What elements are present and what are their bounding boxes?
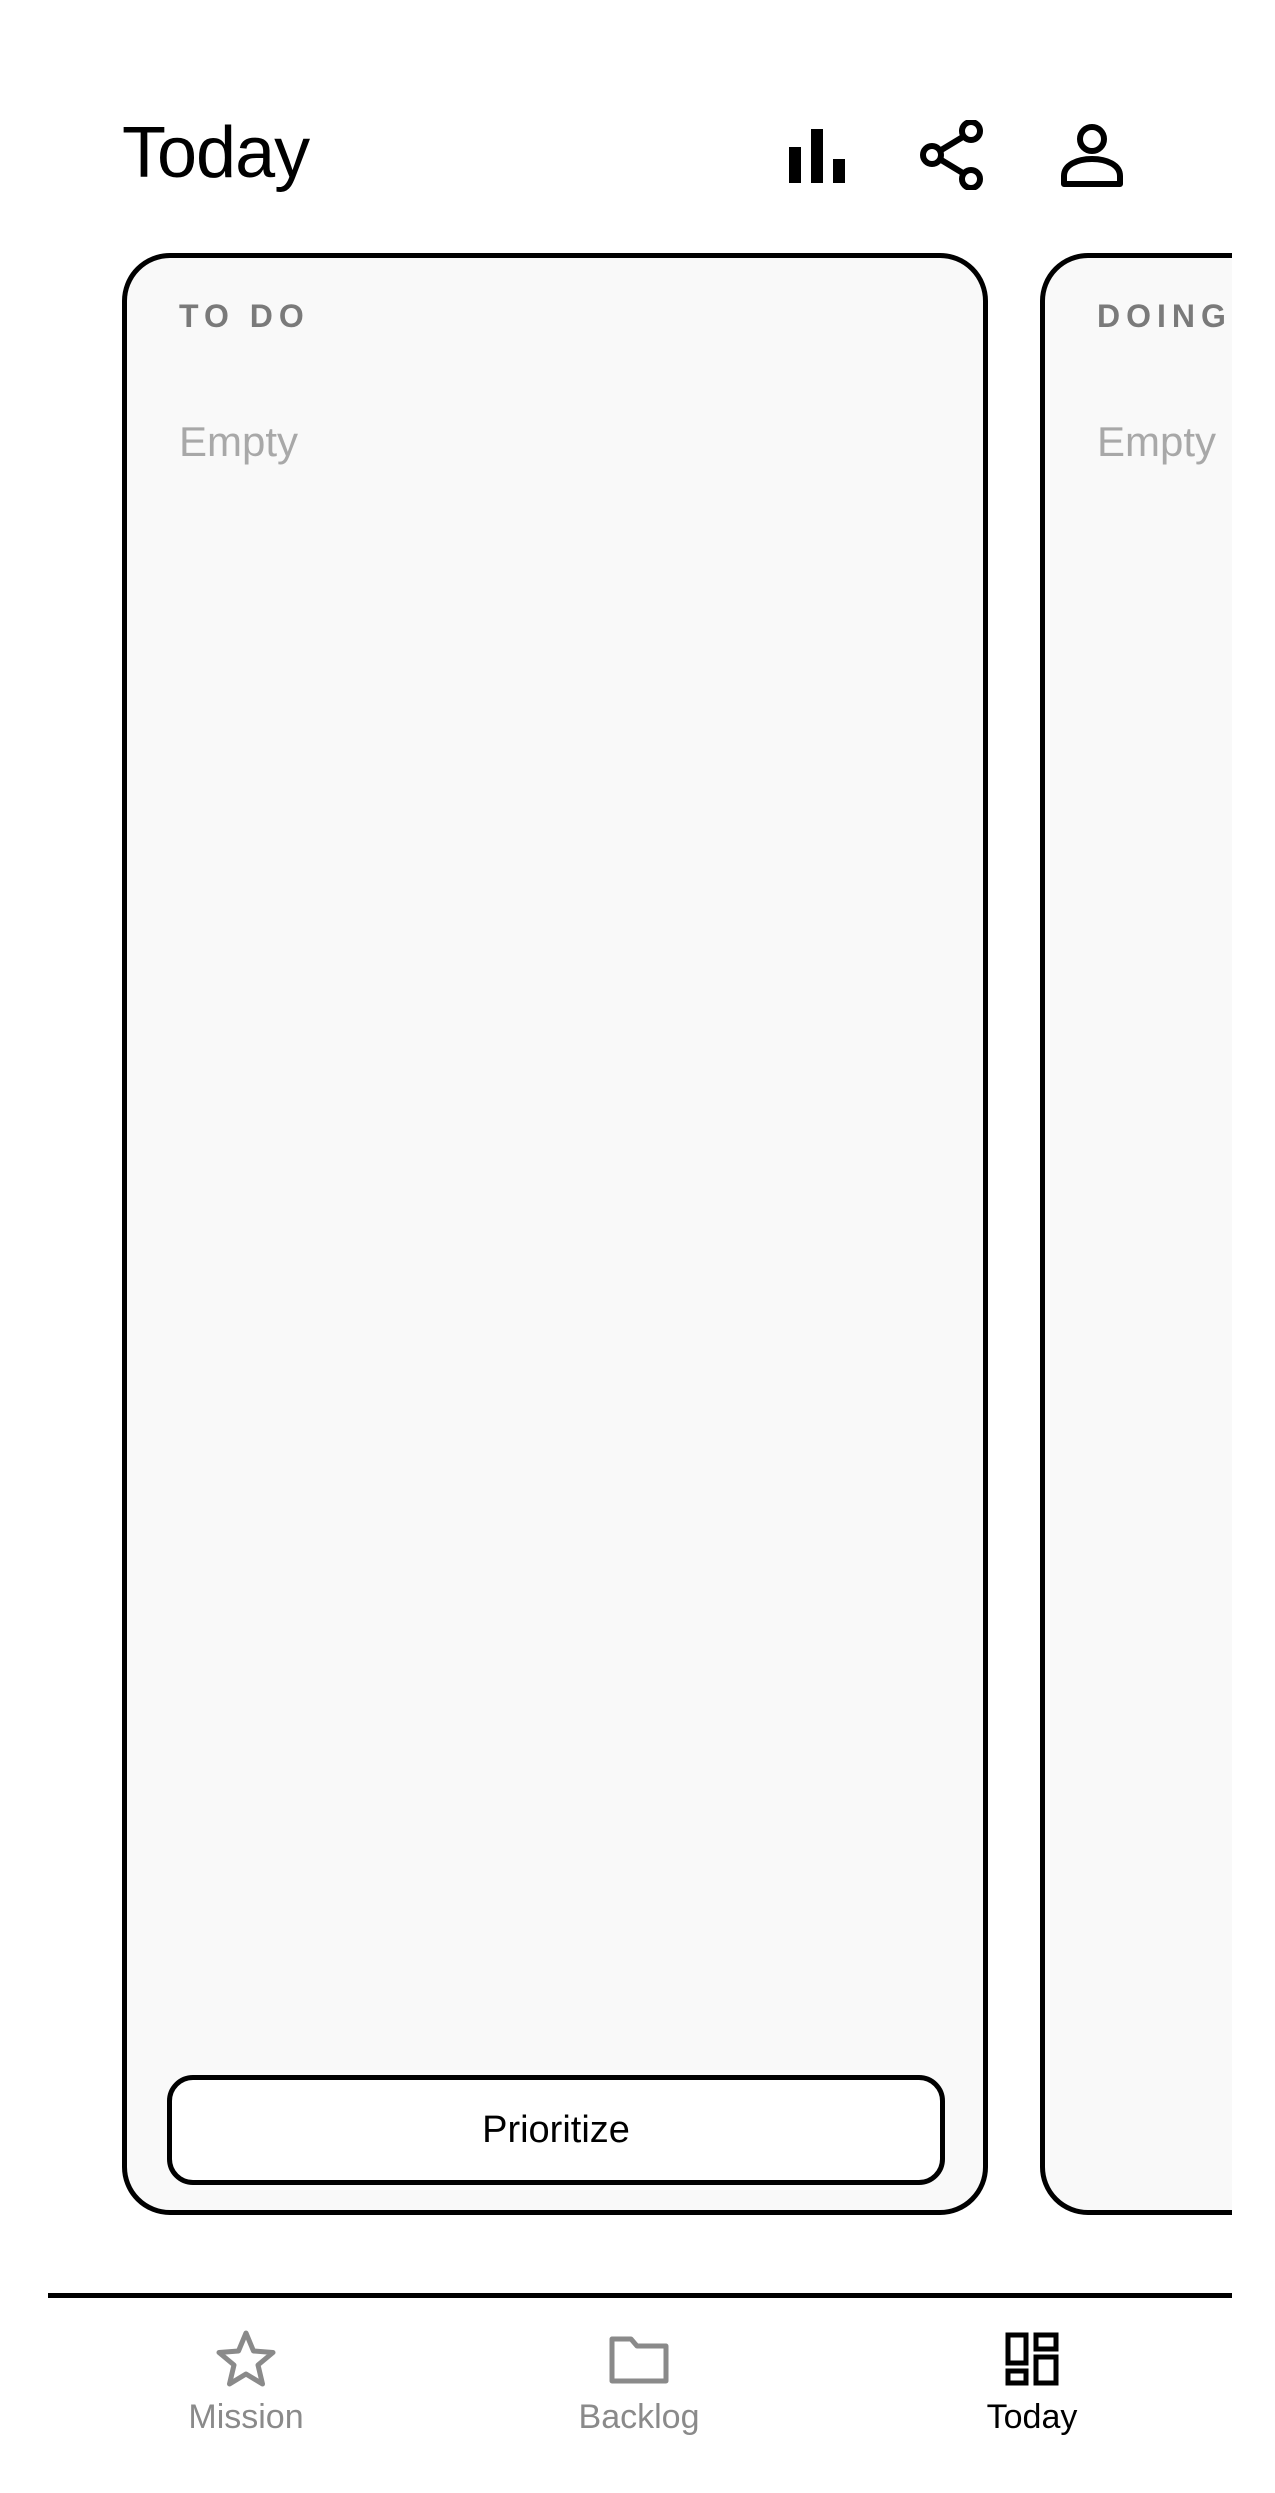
column-todo: TO DO Empty Prioritize bbox=[122, 253, 988, 2215]
nav-label: Mission bbox=[188, 2398, 304, 2436]
nav-item-today[interactable]: Today bbox=[882, 2324, 1182, 2464]
profile-button[interactable] bbox=[1047, 110, 1137, 200]
stats-button[interactable] bbox=[772, 110, 862, 200]
dashboard-icon bbox=[1005, 2332, 1059, 2386]
app-root: Today TO DO Empty Prioritize DOING Empty… bbox=[0, 0, 1275, 2493]
column-doing: DOING Empty bbox=[1040, 253, 1232, 2215]
nav-item-mission[interactable]: Mission bbox=[96, 2324, 396, 2464]
column-title: DOING bbox=[1097, 298, 1232, 334]
share-button[interactable] bbox=[907, 110, 997, 200]
empty-state: Empty bbox=[1097, 418, 1217, 465]
bar-chart-icon bbox=[789, 129, 845, 183]
bottom-nav: Mission Backlog Today bbox=[48, 2298, 1232, 2493]
empty-state: Empty bbox=[179, 418, 299, 465]
header: Today bbox=[122, 100, 1152, 210]
folder-icon bbox=[609, 2336, 669, 2384]
profile-icon bbox=[1061, 124, 1123, 187]
nav-item-backlog[interactable]: Backlog bbox=[489, 2324, 789, 2464]
prioritize-button[interactable]: Prioritize bbox=[167, 2075, 945, 2185]
page-title: Today bbox=[122, 113, 310, 193]
nav-label: Backlog bbox=[578, 2398, 700, 2436]
share-icon bbox=[920, 120, 983, 190]
board[interactable]: TO DO Empty Prioritize DOING Empty bbox=[122, 253, 1232, 2223]
star-icon bbox=[216, 2330, 276, 2387]
nav-label: Today bbox=[986, 2398, 1078, 2436]
column-title: TO DO bbox=[179, 298, 310, 334]
